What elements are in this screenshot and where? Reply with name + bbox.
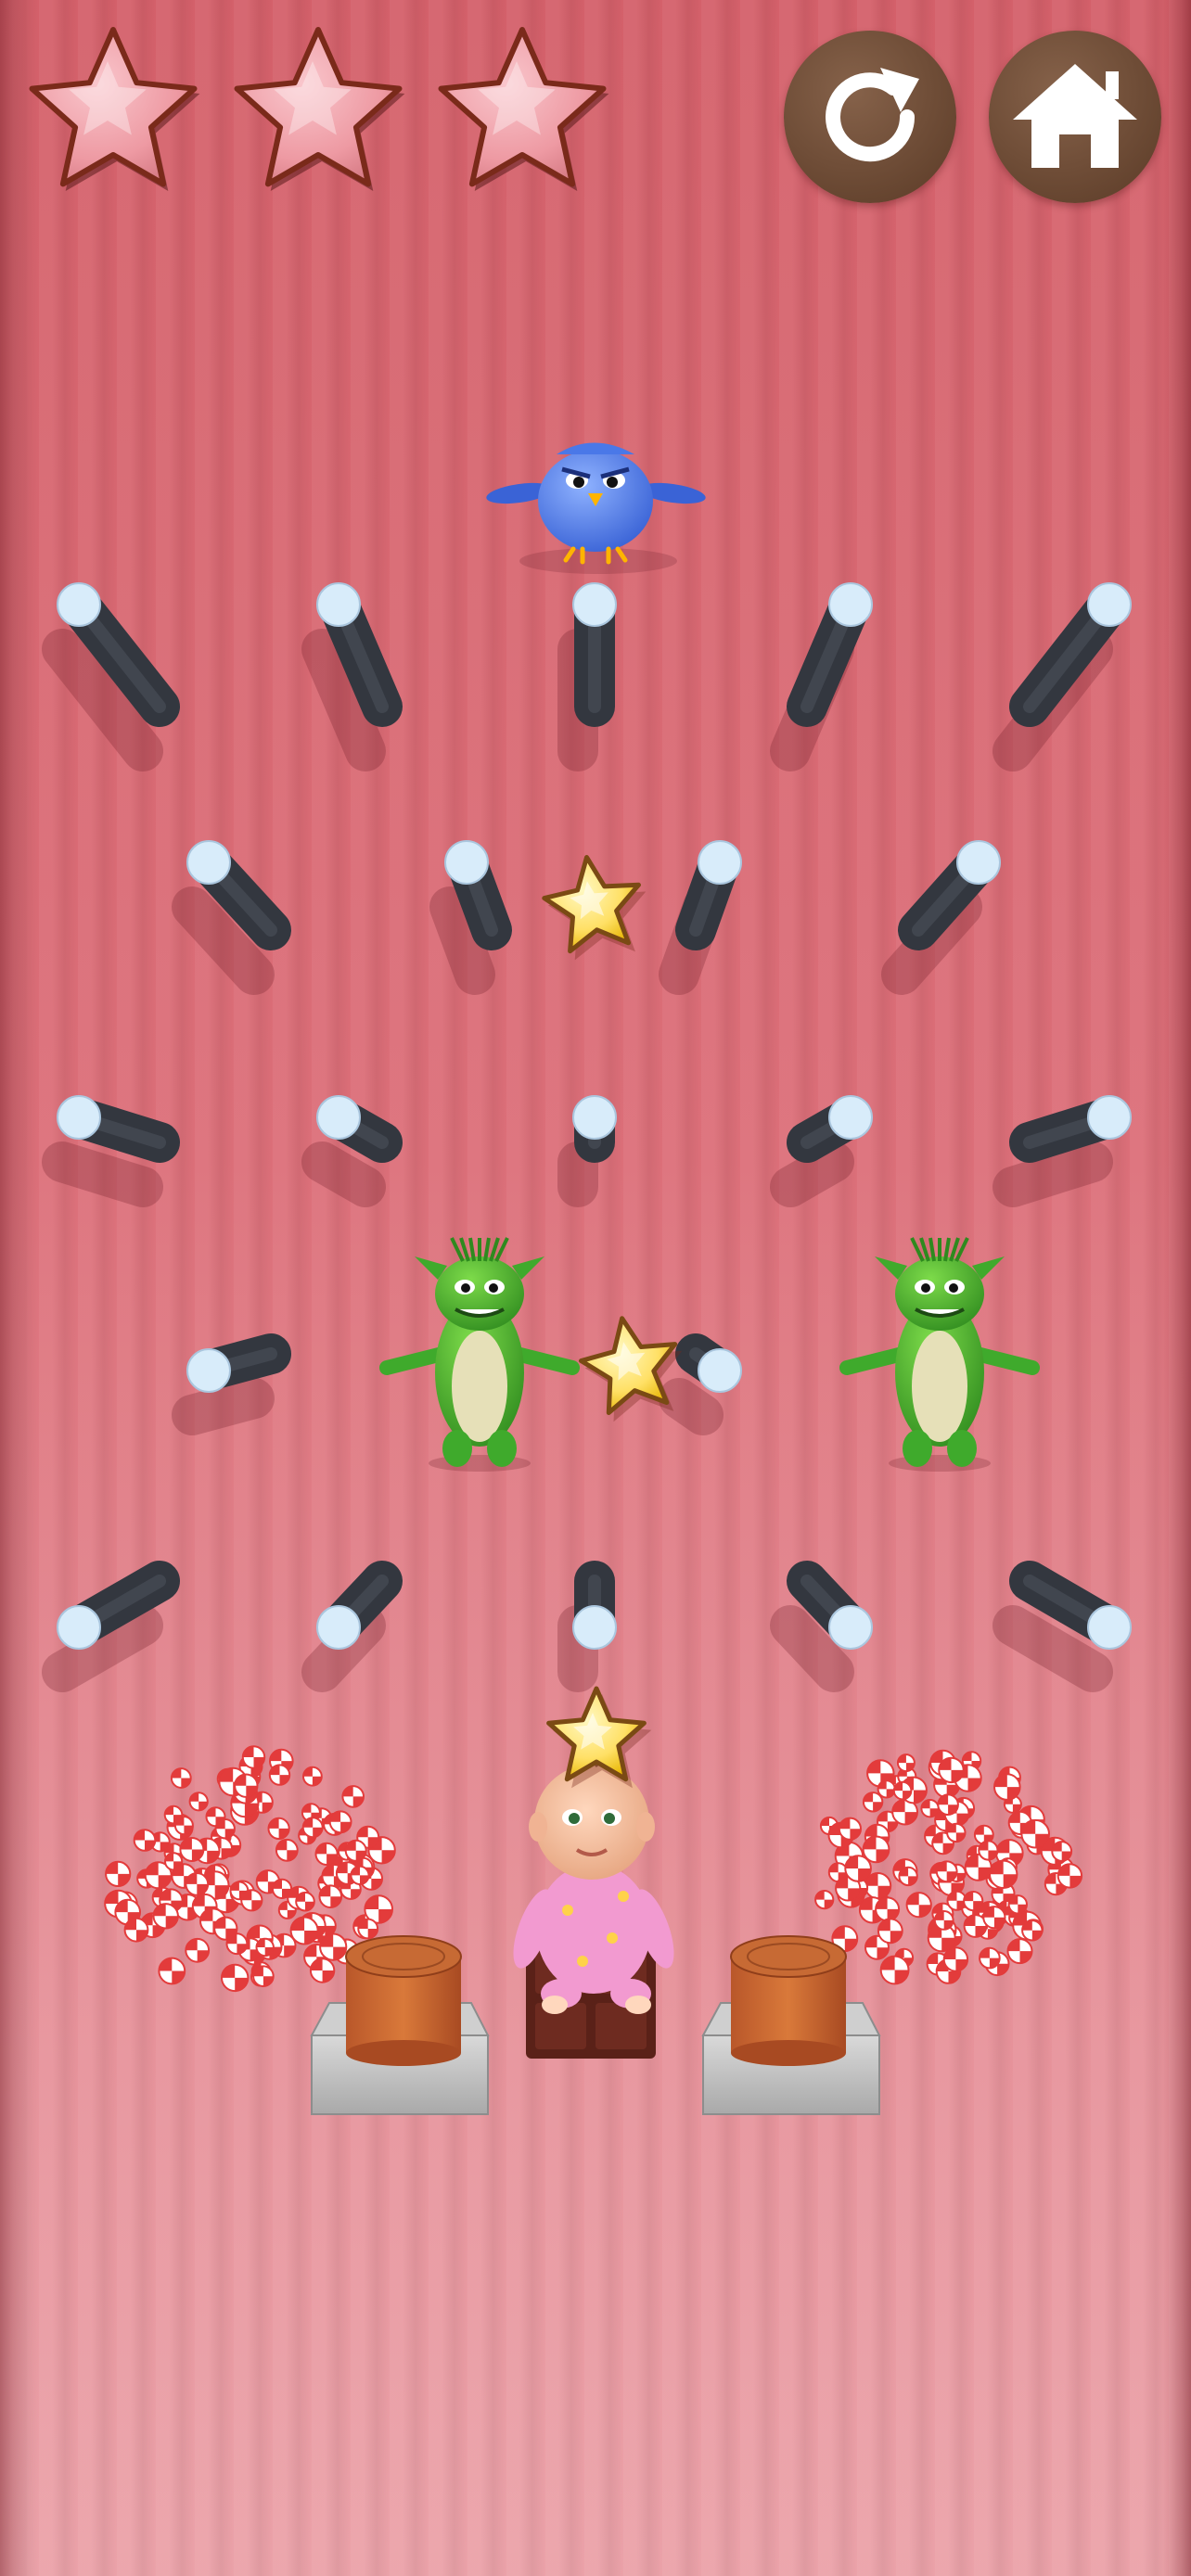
peg[interactable]: [57, 1095, 180, 1163]
peg[interactable]: [787, 1095, 873, 1163]
game-board[interactable]: [0, 0, 1191, 2576]
peg[interactable]: [572, 1561, 617, 1650]
peg[interactable]: [675, 840, 742, 950]
peg[interactable]: [1009, 1095, 1132, 1163]
home-icon: [1013, 64, 1137, 168]
peg[interactable]: [787, 582, 873, 727]
game-scene: [42, 442, 1132, 2115]
collectible-star-2[interactable]: [579, 1316, 683, 1422]
peg[interactable]: [675, 1333, 742, 1393]
candy-burst-right: [814, 1749, 1083, 1985]
peg[interactable]: [316, 1095, 403, 1163]
blue-bird-ball: [486, 442, 706, 574]
home-button[interactable]: [989, 31, 1161, 203]
wooden-cushion-left: [345, 1935, 462, 2066]
peg[interactable]: [572, 582, 617, 727]
collectible-star-1[interactable]: [542, 855, 647, 961]
restart-button[interactable]: [784, 31, 956, 203]
wooden-cushion-right: [730, 1935, 847, 2066]
restart-icon: [826, 68, 919, 162]
peg[interactable]: [572, 1095, 617, 1163]
peg-shadows: [42, 629, 1113, 1692]
green-monster-right: [839, 1237, 1040, 1472]
green-monster-left: [379, 1237, 580, 1472]
